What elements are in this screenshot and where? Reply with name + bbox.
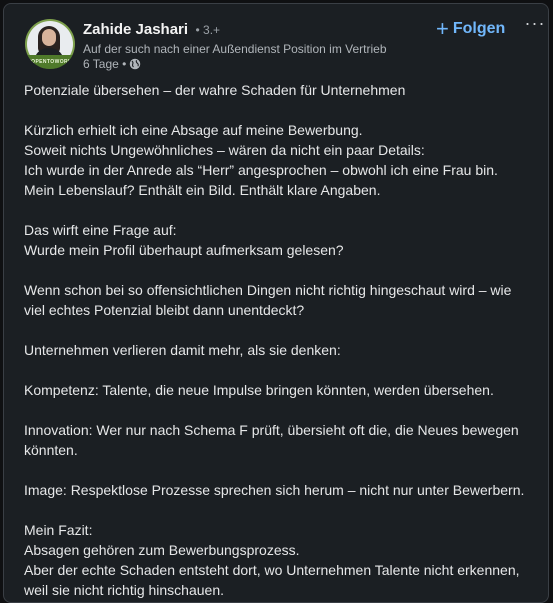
post-spacer [24, 400, 529, 420]
post-spacer [24, 320, 529, 340]
post-line: Mein Lebenslauf? Enthält ein Bild. Enthä… [24, 182, 381, 198]
post-line: Aber der echte Schaden entsteht dort, wo… [24, 562, 520, 598]
post-line: Wenn schon bei so offensichtlichen Dinge… [24, 282, 512, 318]
post-line: Kompetenz: Talente, die neue Impulse bri… [24, 382, 494, 398]
post-line: Unternehmen verlieren damit mehr, als si… [24, 342, 341, 358]
post-line: Mein Fazit: [24, 522, 93, 538]
post-line: Image: Respektlose Prozesse sprechen sic… [24, 482, 525, 498]
post-timestamp: 6 Tage • [83, 57, 127, 71]
post-line: Wurde mein Profil überhaupt aufmerksam g… [24, 242, 344, 258]
avatar-face [42, 29, 56, 46]
post-line: Ich wurde in der Anrede als “Herr” anges… [24, 162, 498, 178]
post-spacer [24, 100, 529, 120]
open-to-work-badge: #OPENTOWORK [25, 55, 75, 69]
author-name[interactable]: Zahide Jashari [83, 21, 188, 38]
author-headline: Auf der such nach einer Außendienst Posi… [83, 42, 387, 56]
post-spacer [24, 200, 529, 220]
post-spacer [24, 360, 529, 380]
post-spacer [24, 260, 529, 280]
author-avatar[interactable]: #OPENTOWORK [25, 19, 75, 69]
post-line: Absagen gehören zum Bewerbungsprozess. [24, 542, 300, 558]
post-spacer [24, 460, 529, 480]
globe-icon [130, 58, 141, 70]
post-line: Das wirft eine Frage auf: [24, 222, 177, 238]
more-options-icon[interactable]: ··· [523, 14, 547, 37]
post-line: Potenziale übersehen – der wahre Schaden… [24, 82, 406, 98]
post-line: Soweit nichts Ungewöhnliches – wären da … [24, 142, 425, 158]
post-line: Kürzlich erhielt ich eine Absage auf mei… [24, 122, 363, 138]
follow-button[interactable]: + Folgen [436, 17, 505, 41]
plus-icon: + [436, 16, 449, 41]
author-name-line: Zahide Jashari • 3.+ [83, 21, 220, 39]
post-spacer [24, 500, 529, 520]
post-card: #OPENTOWORK Zahide Jashari • 3.+ Auf der… [3, 3, 549, 603]
post-body: Potenziale übersehen – der wahre Schaden… [24, 80, 529, 600]
connection-degree: • 3.+ [195, 23, 221, 37]
post-line: Innovation: Wer nur nach Schema F prüft,… [24, 422, 519, 458]
follow-label: Folgen [452, 20, 506, 37]
post-timestamp-line: 6 Tage • [83, 57, 141, 71]
